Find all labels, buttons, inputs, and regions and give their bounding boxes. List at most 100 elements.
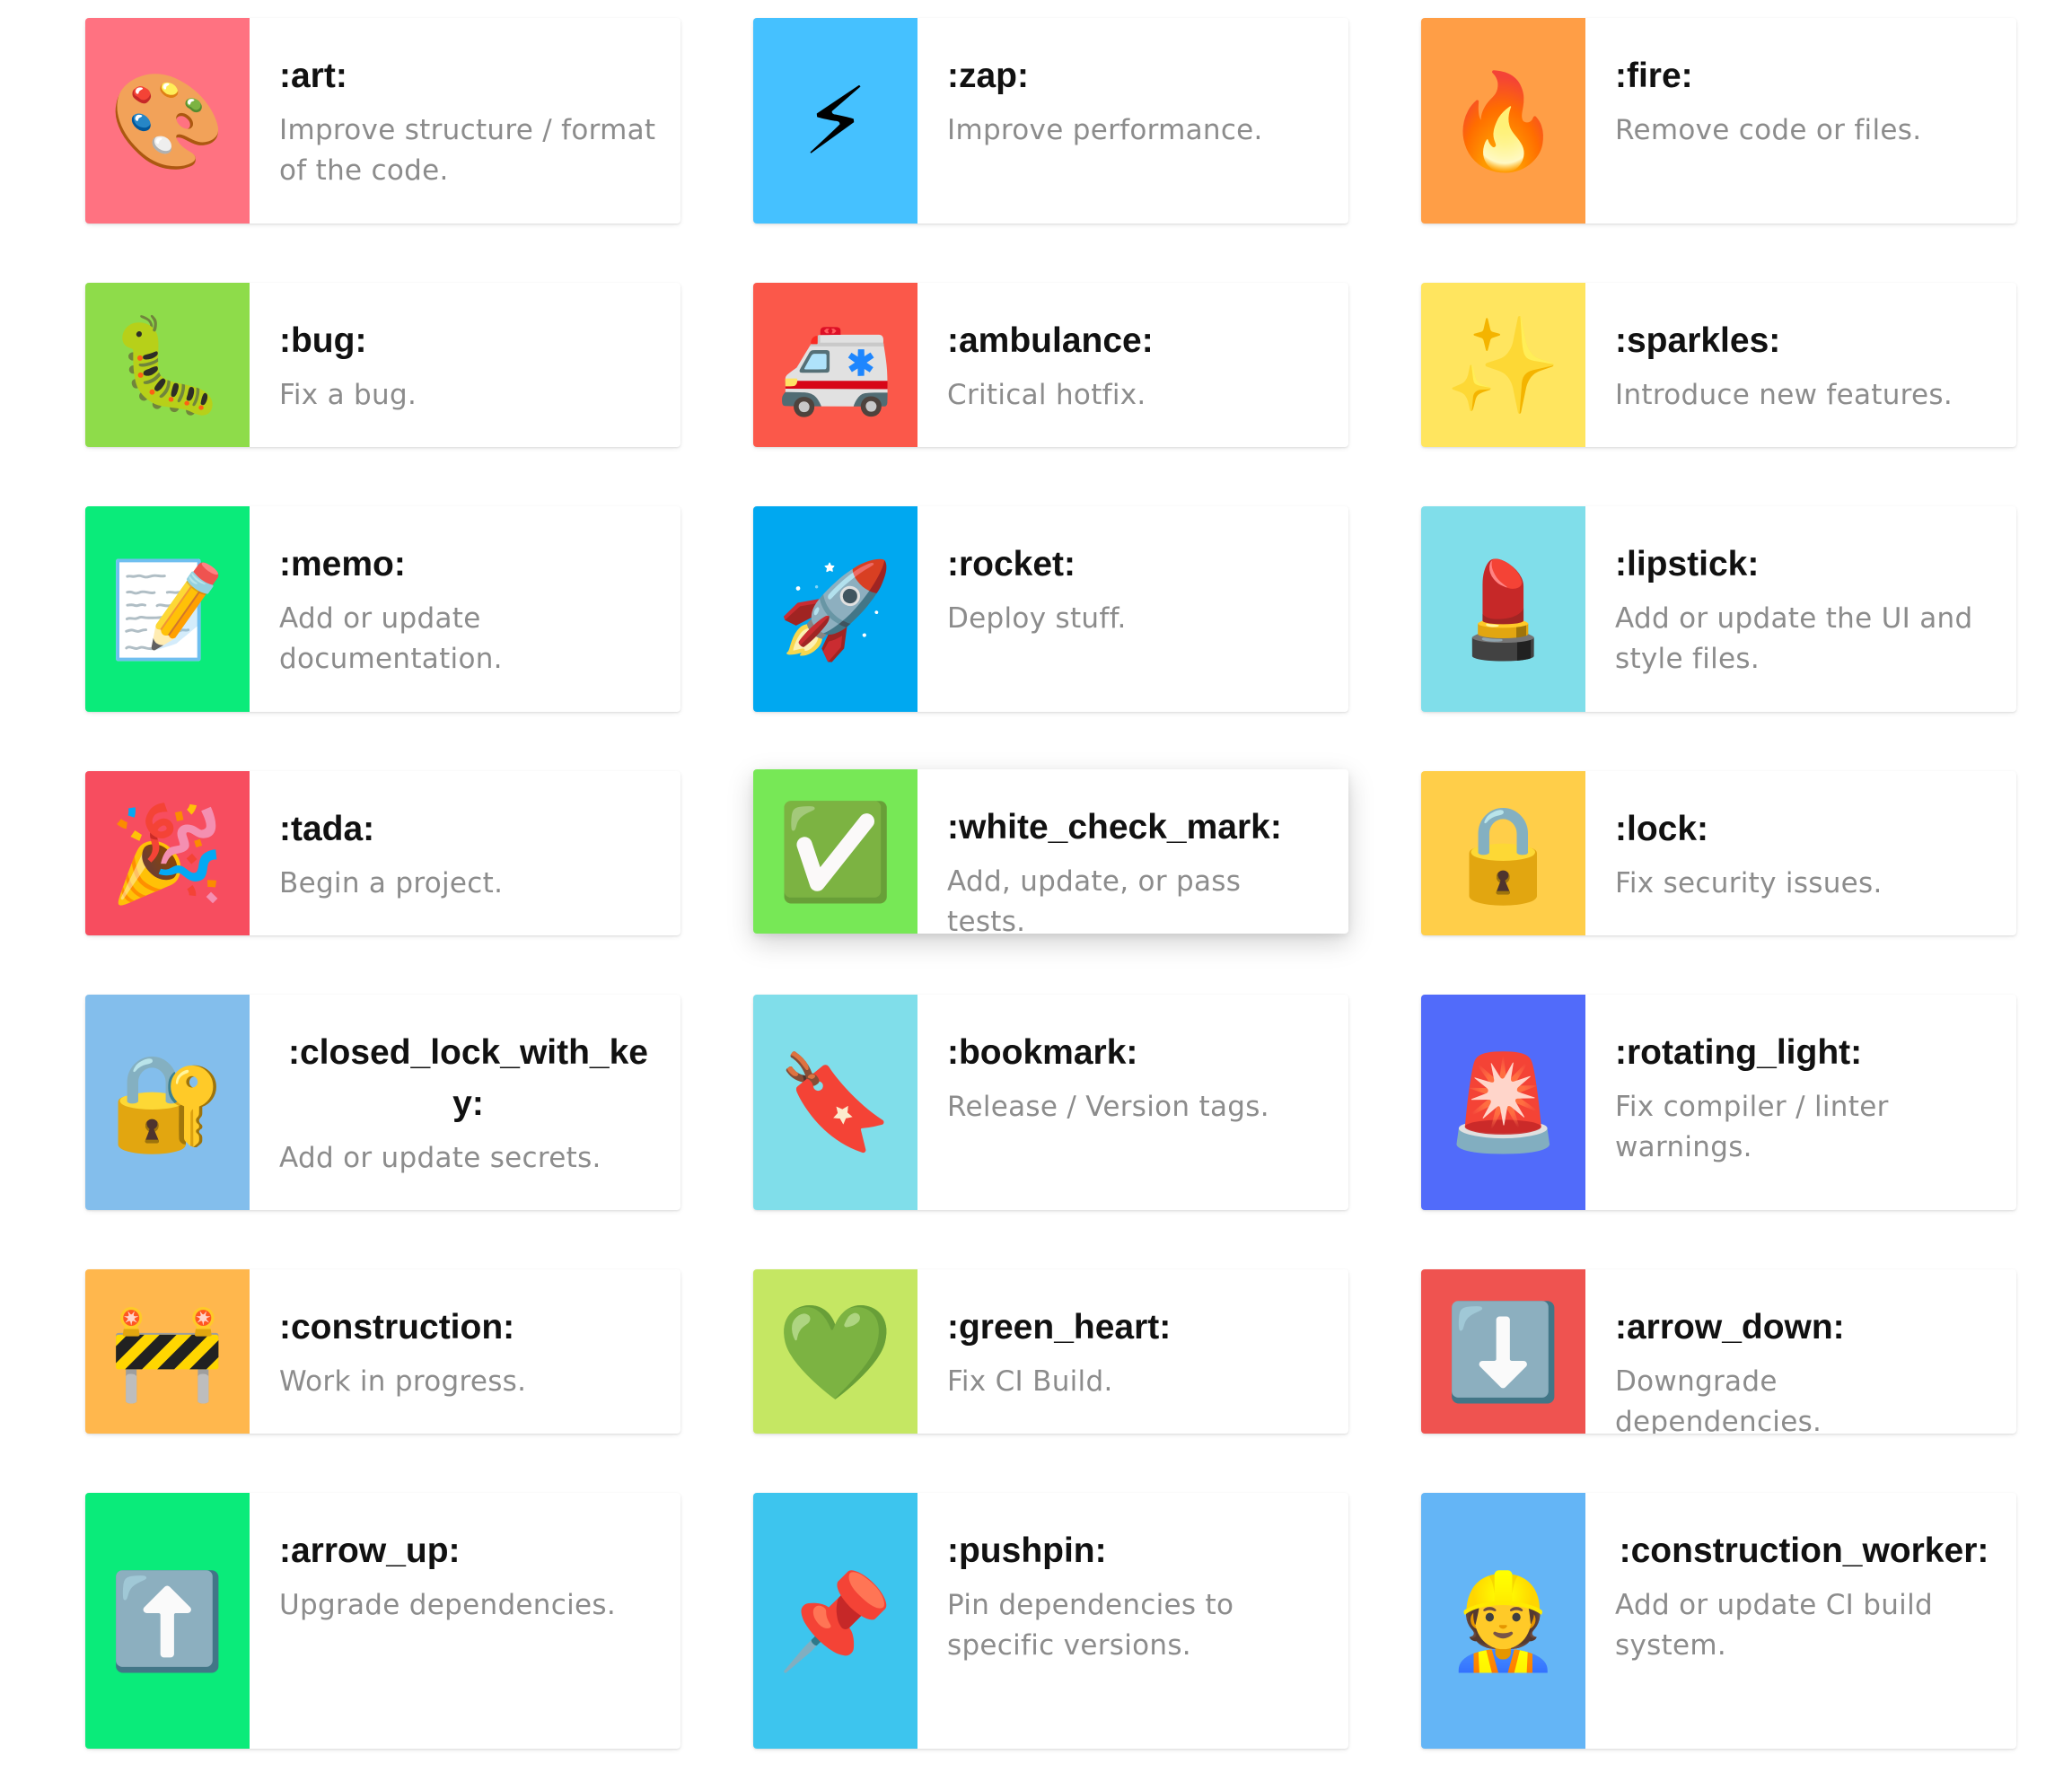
gitmoji-card-tada[interactable]: 🎉 :tada: Begin a project.: [85, 771, 680, 935]
emoji-description: Improve structure / format of the code.: [279, 114, 656, 187]
party-popper-icon: 🎉: [85, 771, 250, 935]
check-mark-icon: ✅: [753, 769, 917, 934]
gitmoji-card-white-check-mark[interactable]: ✅ :white_check_mark: Add, update, or pas…: [753, 769, 1348, 934]
gitmoji-card-memo[interactable]: 📝 :memo: Add or update documentation.: [85, 506, 680, 712]
emoji-code[interactable]: :tada:: [279, 803, 657, 855]
gitmoji-card-arrow-up[interactable]: ⬆️ :arrow_up: Upgrade dependencies.: [85, 1493, 680, 1749]
ambulance-icon: 🚑: [753, 283, 917, 447]
emoji-code[interactable]: :arrow_down:: [1615, 1302, 1993, 1353]
emoji-description: Fix security issues.: [1615, 867, 1883, 899]
emoji-code[interactable]: :arrow_up:: [279, 1525, 657, 1576]
emoji-code[interactable]: :closed_lock_with_key:: [279, 1027, 657, 1129]
emoji-code[interactable]: :ambulance:: [947, 315, 1325, 366]
emoji-code[interactable]: :bug:: [279, 315, 657, 366]
card-info: :arrow_down: Downgrade dependencies.: [1585, 1269, 2016, 1434]
card-info: :rotating_light: Fix compiler / linter w…: [1585, 995, 2016, 1210]
siren-icon: 🚨: [1421, 995, 1585, 1210]
emoji-code[interactable]: :zap:: [947, 50, 1325, 101]
lock-with-key-icon: 🔐: [85, 995, 250, 1210]
card-info: :zap: Improve performance.: [917, 18, 1348, 224]
card-info: :construction_worker: Add or update CI b…: [1585, 1493, 2016, 1749]
emoji-description: Add or update the UI and style files.: [1615, 602, 1973, 675]
emoji-code[interactable]: :bookmark:: [947, 1027, 1325, 1078]
gitmoji-card-closed-lock-with-key[interactable]: 🔐 :closed_lock_with_key: Add or update s…: [85, 995, 680, 1210]
emoji-code[interactable]: :lock:: [1615, 803, 1993, 855]
emoji-description: Add or update CI build system.: [1615, 1589, 1933, 1662]
emoji-description: Remove code or files.: [1615, 114, 1922, 146]
gitmoji-card-pushpin[interactable]: 📌 :pushpin: Pin dependencies to specific…: [753, 1493, 1348, 1749]
emoji-description: Deploy stuff.: [947, 602, 1127, 635]
emoji-description: Improve performance.: [947, 114, 1263, 146]
emoji-code[interactable]: :art:: [279, 50, 657, 101]
gitmoji-card-rotating-light[interactable]: 🚨 :rotating_light: Fix compiler / linter…: [1421, 995, 2016, 1210]
emoji-description: Critical hotfix.: [947, 379, 1146, 411]
emoji-description: Introduce new features.: [1615, 379, 1953, 411]
rocket-icon: 🚀: [753, 506, 917, 712]
card-info: :bug: Fix a bug.: [250, 283, 680, 447]
emoji-description: Begin a project.: [279, 867, 504, 899]
construction-barrier-icon: 🚧: [85, 1269, 250, 1434]
card-info: :ambulance: Critical hotfix.: [917, 283, 1348, 447]
card-info: :construction: Work in progress.: [250, 1269, 680, 1434]
arrow-down-icon: ⬇️: [1421, 1269, 1585, 1434]
card-info: :closed_lock_with_key: Add or update sec…: [250, 995, 680, 1210]
card-info: :lipstick: Add or update the UI and styl…: [1585, 506, 2016, 712]
pushpin-icon: 📌: [753, 1493, 917, 1749]
emoji-code[interactable]: :construction:: [279, 1302, 657, 1353]
gitmoji-card-art[interactable]: 🎨 :art: Improve structure / format of th…: [85, 18, 680, 224]
card-info: :rocket: Deploy stuff.: [917, 506, 1348, 712]
gitmoji-card-fire[interactable]: 🔥 :fire: Remove code or files.: [1421, 18, 2016, 224]
sparkles-icon: ✨: [1421, 283, 1585, 447]
emoji-description: Add or update documentation.: [279, 602, 503, 675]
emoji-description: Release / Version tags.: [947, 1091, 1269, 1123]
emoji-code[interactable]: :green_heart:: [947, 1302, 1325, 1353]
emoji-code[interactable]: :construction_worker:: [1615, 1525, 1993, 1576]
card-info: :white_check_mark: Add, update, or pass …: [917, 769, 1348, 934]
gitmoji-card-green-heart[interactable]: 💚 :green_heart: Fix CI Build.: [753, 1269, 1348, 1434]
gitmoji-card-bug[interactable]: 🐛 :bug: Fix a bug.: [85, 283, 680, 447]
gitmoji-card-bookmark[interactable]: 🔖 :bookmark: Release / Version tags.: [753, 995, 1348, 1210]
memo-icon: 📝: [85, 506, 250, 712]
emoji-code[interactable]: :rotating_light:: [1615, 1027, 1993, 1078]
card-info: :arrow_up: Upgrade dependencies.: [250, 1493, 680, 1749]
emoji-description: Add or update secrets.: [279, 1142, 601, 1174]
emoji-code[interactable]: :rocket:: [947, 539, 1325, 590]
emoji-code[interactable]: :white_check_mark:: [947, 802, 1325, 853]
lightning-icon: ⚡: [753, 18, 917, 224]
emoji-description: Add, update, or pass tests.: [947, 865, 1242, 934]
emoji-description: Pin dependencies to specific versions.: [947, 1589, 1234, 1662]
emoji-description: Downgrade dependencies.: [1615, 1365, 1822, 1434]
emoji-code[interactable]: :sparkles:: [1615, 315, 1993, 366]
card-info: :sparkles: Introduce new features.: [1585, 283, 2016, 447]
card-info: :bookmark: Release / Version tags.: [917, 995, 1348, 1210]
emoji-description: Work in progress.: [279, 1365, 527, 1398]
fire-icon: 🔥: [1421, 18, 1585, 224]
gitmoji-card-rocket[interactable]: 🚀 :rocket: Deploy stuff.: [753, 506, 1348, 712]
gitmoji-card-zap[interactable]: ⚡ :zap: Improve performance.: [753, 18, 1348, 224]
gitmoji-card-ambulance[interactable]: 🚑 :ambulance: Critical hotfix.: [753, 283, 1348, 447]
gitmoji-card-sparkles[interactable]: ✨ :sparkles: Introduce new features.: [1421, 283, 2016, 447]
card-info: :green_heart: Fix CI Build.: [917, 1269, 1348, 1434]
emoji-description: Fix CI Build.: [947, 1365, 1113, 1398]
emoji-description: Fix a bug.: [279, 379, 417, 411]
emoji-description: Upgrade dependencies.: [279, 1589, 616, 1621]
gitmoji-card-lipstick[interactable]: 💄 :lipstick: Add or update the UI and st…: [1421, 506, 2016, 712]
card-info: :tada: Begin a project.: [250, 771, 680, 935]
emoji-code[interactable]: :lipstick:: [1615, 539, 1993, 590]
gitmoji-card-construction-worker[interactable]: 👷 :construction_worker: Add or update CI…: [1421, 1493, 2016, 1749]
construction-worker-icon: 👷: [1421, 1493, 1585, 1749]
emoji-code[interactable]: :memo:: [279, 539, 657, 590]
gitmoji-card-construction[interactable]: 🚧 :construction: Work in progress.: [85, 1269, 680, 1434]
emoji-description: Fix compiler / linter warnings.: [1615, 1091, 1889, 1163]
bug-icon: 🐛: [85, 283, 250, 447]
card-info: :lock: Fix security issues.: [1585, 771, 2016, 935]
gitmoji-card-lock[interactable]: 🔒 :lock: Fix security issues.: [1421, 771, 2016, 935]
gitmoji-card-arrow-down[interactable]: ⬇️ :arrow_down: Downgrade dependencies.: [1421, 1269, 2016, 1434]
emoji-code[interactable]: :pushpin:: [947, 1525, 1325, 1576]
palette-icon: 🎨: [85, 18, 250, 224]
lock-icon: 🔒: [1421, 771, 1585, 935]
lipstick-icon: 💄: [1421, 506, 1585, 712]
emoji-code[interactable]: :fire:: [1615, 50, 1993, 101]
card-info: :memo: Add or update documentation.: [250, 506, 680, 712]
card-info: :pushpin: Pin dependencies to specific v…: [917, 1493, 1348, 1749]
